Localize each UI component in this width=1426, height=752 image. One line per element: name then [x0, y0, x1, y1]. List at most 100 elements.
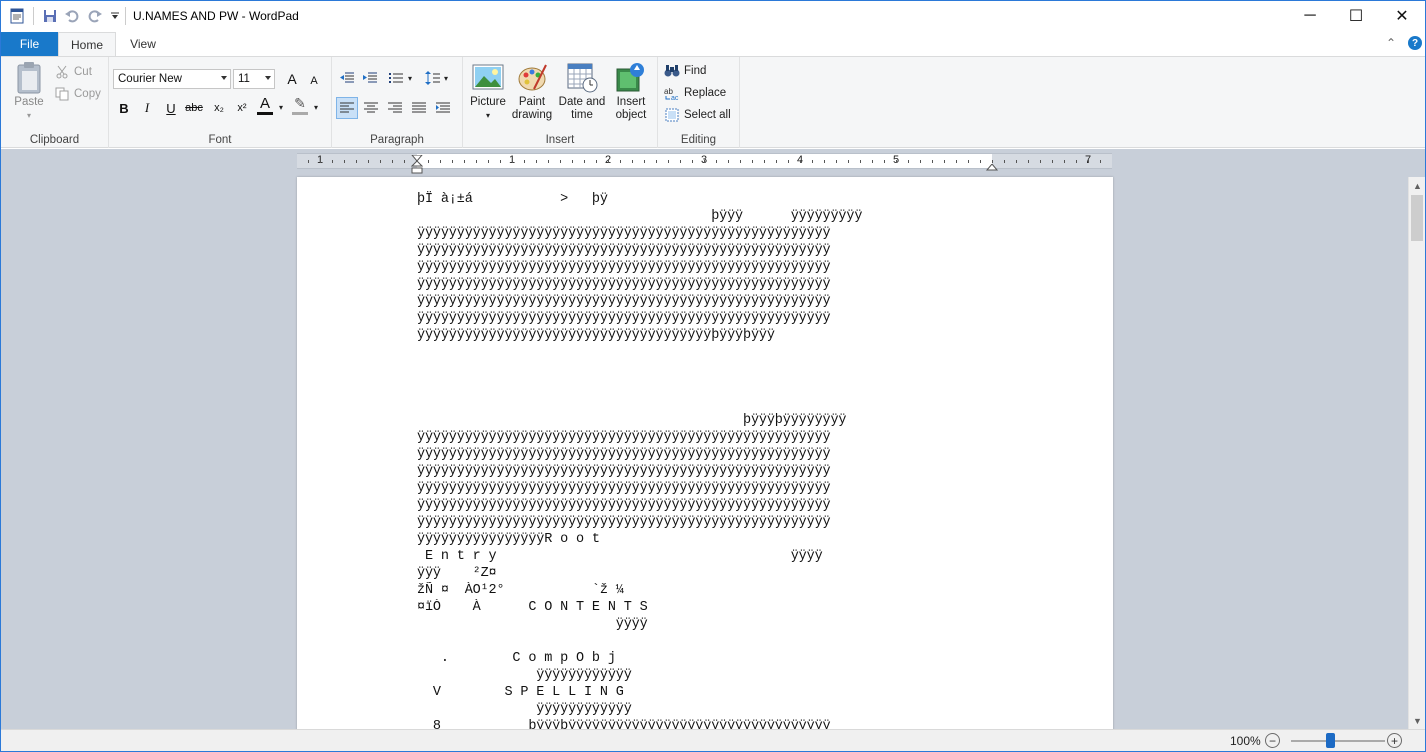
ruler-tick: [704, 160, 705, 163]
zoom-out-button[interactable]: −: [1265, 733, 1280, 748]
minimize-button[interactable]: ─: [1287, 1, 1333, 31]
close-button[interactable]: ✕: [1379, 1, 1425, 31]
zoom-slider-thumb[interactable]: [1326, 733, 1336, 748]
ruler-tick: [860, 160, 861, 163]
replace-icon: ab ac: [664, 85, 680, 101]
right-indent-marker[interactable]: [985, 161, 999, 175]
align-right-icon[interactable]: [384, 97, 406, 119]
calendar-clock-icon: [566, 61, 598, 93]
save-icon[interactable]: [42, 8, 58, 24]
document-page[interactable]: þÏ à¡±á > þÿ þÿÿÿ ÿÿÿÿÿÿÿÿÿ ÿÿÿÿÿÿÿÿÿÿÿÿÿ…: [297, 177, 1113, 737]
find-label: Find: [684, 65, 707, 77]
scissors-icon: [54, 64, 70, 80]
ruler-tick: [872, 160, 873, 163]
ruler-tick: [1004, 160, 1005, 163]
scroll-down-icon[interactable]: ▼: [1409, 712, 1426, 729]
line-spacing-icon[interactable]: [422, 67, 444, 89]
insert-group-label: Insert: [545, 134, 575, 146]
paragraph-group-label: Paragraph: [370, 134, 424, 146]
ruler-tick: [812, 160, 813, 163]
picture-dropdown-icon[interactable]: ▾: [468, 109, 508, 122]
svg-text:ac: ac: [671, 95, 679, 100]
paste-label: Paste: [14, 96, 44, 108]
scroll-up-icon[interactable]: ▲: [1409, 177, 1426, 194]
text-color-dropdown-icon[interactable]: ▾: [279, 103, 283, 112]
zoom-in-button[interactable]: +: [1387, 733, 1402, 748]
document-line: ÿÿÿÿÿÿÿÿÿÿÿÿÿÿÿÿÿÿÿÿÿÿÿÿÿÿÿÿÿÿÿÿÿÿÿÿÿÿÿÿ…: [417, 311, 831, 326]
insert-object-icon: [615, 61, 647, 93]
copy-icon: [54, 86, 70, 102]
find-button[interactable]: Find: [664, 61, 706, 81]
increase-indent-icon[interactable]: [359, 67, 381, 89]
font-group-label: Font: [208, 134, 232, 146]
font-family-select[interactable]: Courier New: [113, 69, 231, 89]
ruler-tick: [488, 160, 489, 163]
document-line: ÿÿÿÿÿÿÿÿÿÿÿÿ: [417, 668, 632, 683]
paste-button[interactable]: Paste ▾: [11, 61, 47, 122]
ruler-tick: [944, 160, 945, 163]
status-bar: 100% − +: [1, 729, 1425, 751]
ruler[interactable]: 1 1 2 3 4 5 7: [297, 153, 1112, 174]
align-center-icon[interactable]: [360, 97, 382, 119]
document-line: ÿÿÿÿÿÿÿÿÿÿÿÿÿÿÿÿÿÿÿÿÿÿÿÿÿÿÿÿÿÿÿÿÿÿÿÿÿÿÿÿ…: [417, 481, 831, 496]
shrink-font-button[interactable]: A: [303, 70, 325, 92]
insert-object-button[interactable]: Insert object: [611, 61, 651, 122]
ruler-tick: [1016, 160, 1017, 163]
paint-label-2: drawing: [511, 109, 553, 121]
cut-button[interactable]: Cut: [54, 62, 92, 82]
document-text[interactable]: þÏ à¡±á > þÿ þÿÿÿ ÿÿÿÿÿÿÿÿÿ ÿÿÿÿÿÿÿÿÿÿÿÿÿ…: [417, 191, 997, 737]
ruler-tick: [392, 160, 393, 163]
justify-icon[interactable]: [408, 97, 430, 119]
ruler-tick: [1040, 160, 1041, 163]
decrease-indent-icon[interactable]: [336, 67, 358, 89]
replace-button[interactable]: ab ac Replace: [664, 83, 726, 103]
ruler-tick: [896, 160, 897, 163]
ruler-tick: [500, 160, 501, 163]
grow-font-button[interactable]: A: [281, 68, 303, 90]
vertical-scrollbar[interactable]: ▲ ▼: [1408, 177, 1425, 729]
customize-qat-icon[interactable]: [107, 8, 123, 24]
ruler-tick: [1052, 160, 1053, 163]
bold-button[interactable]: B: [113, 97, 135, 119]
paste-dropdown-icon[interactable]: ▾: [11, 109, 47, 122]
line-spacing-dropdown-icon[interactable]: ▾: [444, 74, 448, 83]
redo-icon[interactable]: [87, 8, 103, 24]
highlight-button[interactable]: ✎: [292, 95, 308, 115]
ruler-tick: [980, 160, 981, 163]
select-all-button[interactable]: Select all: [664, 105, 731, 125]
strikethrough-button[interactable]: abc: [183, 97, 205, 119]
tab-home[interactable]: Home: [58, 32, 116, 56]
scroll-thumb[interactable]: [1411, 195, 1423, 241]
maximize-button[interactable]: ☐: [1333, 1, 1379, 31]
date-time-button[interactable]: Date and time: [556, 61, 608, 122]
highlight-dropdown-icon[interactable]: ▾: [314, 103, 318, 112]
picture-button[interactable]: Picture ▾: [468, 61, 508, 122]
italic-button[interactable]: I: [136, 97, 158, 119]
left-indent-marker[interactable]: [410, 160, 424, 178]
ruler-tick: [764, 160, 765, 163]
font-size-select[interactable]: 11: [233, 69, 275, 89]
wordpad-app-icon[interactable]: [9, 8, 25, 24]
tab-view[interactable]: View: [119, 32, 167, 56]
paragraph-settings-icon[interactable]: [432, 97, 454, 119]
subscript-button[interactable]: x₂: [208, 97, 230, 119]
undo-icon[interactable]: [64, 8, 80, 24]
bullets-icon[interactable]: [385, 67, 407, 89]
ruler-tick: [752, 160, 753, 163]
tab-file[interactable]: File: [1, 32, 58, 56]
bullets-dropdown-icon[interactable]: ▾: [408, 74, 412, 83]
align-left-icon[interactable]: [336, 97, 358, 119]
paragraph-group: ▾ ▾ Paragraph: [332, 57, 463, 148]
document-line: ÿÿÿ ²Z¤: [417, 566, 497, 581]
underline-button[interactable]: U: [160, 97, 182, 119]
document-line: E n t r y ÿÿÿÿ: [417, 549, 823, 564]
paint-drawing-button[interactable]: Paint drawing: [511, 61, 553, 122]
superscript-button[interactable]: x²: [231, 97, 253, 119]
zoom-slider-track[interactable]: [1291, 740, 1385, 742]
ruler-tick: [452, 160, 453, 163]
text-color-button[interactable]: A: [257, 95, 273, 115]
collapse-ribbon-icon[interactable]: ⌃: [1386, 36, 1396, 50]
help-icon[interactable]: ?: [1408, 36, 1422, 50]
copy-button[interactable]: Copy: [54, 84, 101, 104]
